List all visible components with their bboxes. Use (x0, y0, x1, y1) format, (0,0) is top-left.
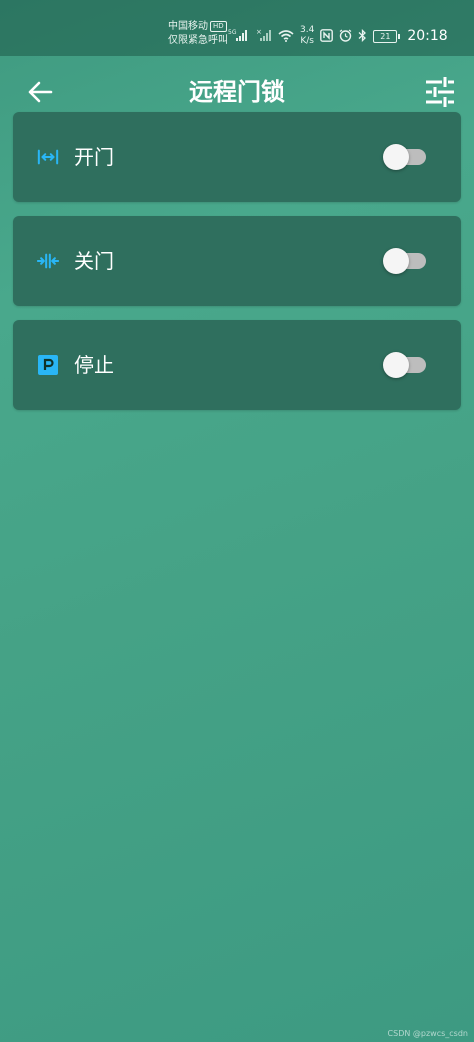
alarm-icon (339, 27, 352, 46)
parking-p-icon (37, 354, 59, 376)
status-bar: 中国移动 HD 仅限紧急呼叫 5G × 3.4 K/s 21 20:18 (0, 0, 474, 56)
collapse-horizontal-icon (37, 250, 59, 272)
clock: 20:18 (407, 28, 448, 44)
svg-text:×: × (256, 28, 262, 36)
page-title: 远程门锁 (189, 78, 285, 106)
toggle-knob (383, 248, 409, 274)
battery-icon: 21 (373, 29, 401, 43)
stop-door-toggle[interactable] (383, 350, 427, 380)
carrier-name: 中国移动 (168, 21, 208, 32)
control-label-close: 关门 (74, 249, 114, 273)
control-card-close: 关门 (13, 216, 461, 306)
toggle-knob (383, 352, 409, 378)
carrier-info: 中国移动 HD 仅限紧急呼叫 (168, 20, 228, 48)
hd-badge: HD (210, 21, 227, 32)
signal-5g-icon: 5G (228, 27, 250, 46)
control-card-open: 开门 (13, 112, 461, 202)
close-door-toggle[interactable] (383, 246, 427, 276)
svg-text:5G: 5G (228, 29, 237, 36)
control-card-stop: 停止 (13, 320, 461, 410)
watermark: CSDN @pzwcs_csdn (387, 1029, 468, 1038)
signal-none-icon: × (256, 27, 272, 46)
nfc-icon (320, 27, 334, 46)
status-icons: 5G × 3.4 K/s 21 20:18 (228, 22, 448, 50)
control-label-open: 开门 (74, 145, 114, 169)
toggle-knob (383, 144, 409, 170)
expand-horizontal-icon (37, 146, 59, 168)
wifi-icon (278, 27, 294, 46)
settings-button[interactable] (420, 72, 460, 112)
control-label-stop: 停止 (74, 353, 114, 377)
bluetooth-icon (358, 27, 367, 46)
open-door-toggle[interactable] (383, 142, 427, 172)
sliders-icon (426, 77, 454, 107)
emergency-only-text: 仅限紧急呼叫 (168, 35, 228, 46)
network-speed: 3.4 K/s (300, 25, 315, 46)
